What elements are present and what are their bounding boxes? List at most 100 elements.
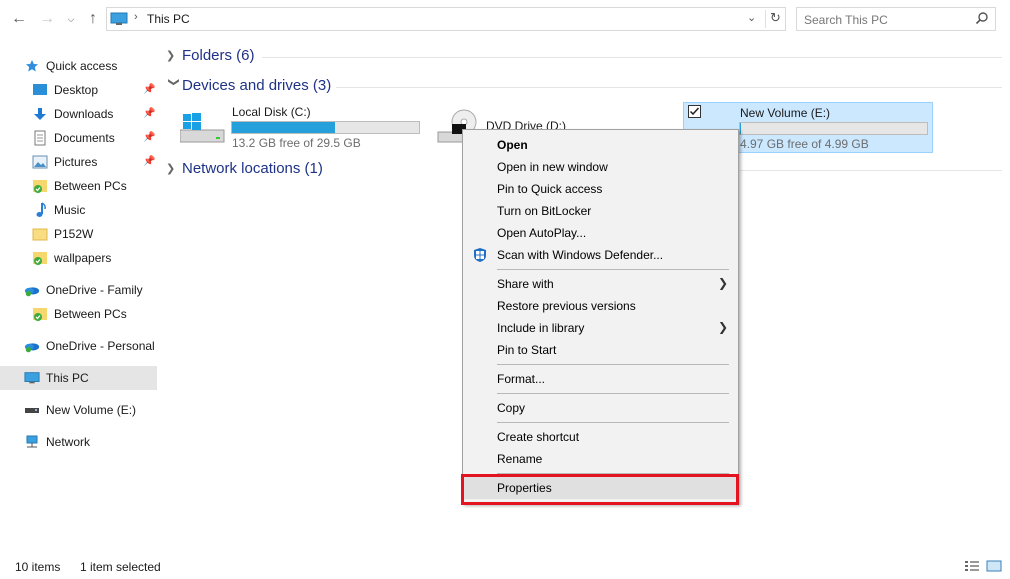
- sidebar-item-documents[interactable]: Documents 📌: [32, 126, 157, 150]
- drive-e-usage-bar: [739, 122, 928, 135]
- chevron-right-icon[interactable]: ❯: [166, 162, 182, 175]
- pin-icon[interactable]: 📌: [143, 108, 155, 119]
- menu-item-autoplay[interactable]: Open AutoPlay...: [463, 222, 738, 244]
- drive-e-name: New Volume (E:): [740, 106, 831, 120]
- selection-checkbox-icon[interactable]: [688, 105, 701, 121]
- group-divider: [740, 170, 1002, 171]
- properties-highlight-box: [461, 474, 739, 505]
- sidebar-item-wallpapers[interactable]: wallpapers: [32, 246, 157, 270]
- up-arrow-icon[interactable]: ↑: [84, 10, 102, 28]
- sidebar-item-this-pc[interactable]: This PC: [0, 366, 157, 390]
- windows-defender-icon: [472, 247, 488, 266]
- sidebar-item-between-pcs-family[interactable]: Between PCs: [32, 302, 157, 326]
- onedrive-icon: [24, 282, 40, 298]
- synced-folder-icon: [32, 250, 48, 266]
- menu-item-rename[interactable]: Rename: [463, 448, 738, 470]
- group-network-label: Network locations (1): [182, 160, 323, 177]
- drive-c-usage-fill: [232, 122, 335, 133]
- status-bar: 10 items 1 item selected: [0, 556, 1010, 579]
- search-input[interactable]: Search This PC: [804, 13, 888, 27]
- sidebar-item-onedrive-personal[interactable]: OneDrive - Personal: [24, 334, 157, 358]
- sidebar-item-p152w[interactable]: P152W: [32, 222, 157, 246]
- pin-icon[interactable]: 📌: [143, 156, 155, 167]
- menu-item-label: Copy: [497, 401, 526, 415]
- onedrive-icon: [24, 338, 40, 354]
- breadcrumb-this-pc[interactable]: This PC: [147, 12, 190, 26]
- pin-icon[interactable]: 📌: [143, 132, 155, 143]
- sidebar-item-desktop[interactable]: Desktop 📌: [32, 78, 157, 102]
- refresh-icon[interactable]: ↻: [765, 10, 785, 28]
- item-count: 10 items: [15, 560, 61, 574]
- menu-item-label: Include in library: [497, 321, 585, 335]
- sidebar-item-label: Network: [46, 435, 91, 449]
- sidebar-item-label: Music: [54, 203, 86, 217]
- menu-item-copy[interactable]: Copy: [463, 397, 738, 419]
- menu-item-scan-defender[interactable]: Scan with Windows Defender...: [463, 244, 738, 266]
- menu-item-label: Scan with Windows Defender...: [497, 248, 664, 262]
- menu-separator: [497, 364, 729, 365]
- computer-icon: [24, 370, 40, 386]
- submenu-arrow-icon: ❯: [718, 320, 729, 334]
- recent-locations-chevron-icon[interactable]: ⌵: [62, 10, 80, 28]
- chevron-down-icon[interactable]: ❯: [168, 78, 181, 94]
- group-devices-header[interactable]: ❯ Devices and drives (3): [166, 77, 332, 94]
- folder-icon: [32, 226, 48, 242]
- sidebar-item-label: P152W: [54, 227, 94, 241]
- submenu-arrow-icon: ❯: [718, 276, 729, 290]
- usb-drive-icon: [24, 402, 40, 418]
- menu-item-open[interactable]: Open: [463, 134, 738, 156]
- sidebar-item-label: New Volume (E:): [46, 403, 137, 417]
- sidebar-item-label: Pictures: [54, 155, 98, 169]
- sidebar-item-network[interactable]: Network: [24, 430, 157, 454]
- menu-item-label: Rename: [497, 452, 543, 466]
- menu-item-pin-start[interactable]: Pin to Start: [463, 339, 738, 361]
- forward-arrow-icon[interactable]: →: [38, 10, 56, 28]
- menu-item-label: Create shortcut: [497, 430, 580, 444]
- sidebar-item-new-volume[interactable]: New Volume (E:): [24, 398, 157, 422]
- drive-c-tile[interactable]: Local Disk (C:) 13.2 GB free of 29.5 GB: [178, 102, 426, 152]
- sidebar-item-label: wallpapers: [54, 251, 112, 265]
- group-folders-label: Folders (6): [182, 47, 255, 64]
- sidebar-item-label: OneDrive - Family: [46, 283, 143, 297]
- star-icon: [24, 58, 40, 74]
- sidebar-item-quick-access[interactable]: Quick access: [24, 54, 181, 78]
- navigation-pane: Quick access Desktop 📌 Downloads 📌 Docum…: [0, 48, 158, 548]
- menu-item-pin-quick-access[interactable]: Pin to Quick access: [463, 178, 738, 200]
- menu-item-label: Share with: [497, 277, 554, 291]
- group-folders-header[interactable]: ❯ Folders (6): [166, 47, 255, 64]
- search-icon[interactable]: [975, 11, 989, 28]
- sidebar-item-onedrive-family[interactable]: OneDrive - Family: [24, 278, 157, 302]
- drive-e-usage-fill: [740, 123, 741, 134]
- details-view-icon[interactable]: [964, 560, 980, 575]
- address-bar[interactable]: › This PC ⌄ ↻: [106, 7, 786, 31]
- sidebar-item-music[interactable]: Music: [32, 198, 157, 222]
- menu-item-bitlocker[interactable]: Turn on BitLocker: [463, 200, 738, 222]
- sidebar-item-between-pcs[interactable]: Between PCs: [32, 174, 157, 198]
- menu-item-label: Pin to Start: [497, 343, 557, 357]
- menu-item-include-library[interactable]: Include in library ❯: [463, 317, 738, 339]
- large-icons-view-icon[interactable]: [986, 560, 1002, 575]
- menu-item-create-shortcut[interactable]: Create shortcut: [463, 426, 738, 448]
- menu-separator: [497, 422, 729, 423]
- group-network-header[interactable]: ❯ Network locations (1): [166, 160, 323, 177]
- sidebar-item-pictures[interactable]: Pictures 📌: [32, 150, 157, 174]
- menu-item-format[interactable]: Format...: [463, 368, 738, 390]
- breadcrumb-separator-icon: ›: [134, 11, 138, 23]
- drive-c-name: Local Disk (C:): [232, 105, 311, 119]
- menu-item-open-new-window[interactable]: Open in new window: [463, 156, 738, 178]
- address-dropdown-chevron-icon[interactable]: ⌄: [747, 11, 756, 24]
- chevron-right-icon[interactable]: ❯: [166, 49, 182, 62]
- search-box[interactable]: Search This PC: [796, 7, 996, 31]
- sidebar-item-label: Between PCs: [54, 179, 127, 193]
- selection-count: 1 item selected: [80, 560, 161, 574]
- sidebar-item-label: Documents: [54, 131, 115, 145]
- menu-item-restore-versions[interactable]: Restore previous versions: [463, 295, 738, 317]
- download-arrow-icon: [32, 106, 48, 122]
- menu-item-share-with[interactable]: Share with ❯: [463, 273, 738, 295]
- menu-item-label: Open AutoPlay...: [497, 226, 587, 240]
- back-arrow-icon[interactable]: ←: [10, 10, 28, 28]
- pictures-icon: [32, 154, 48, 170]
- pin-icon[interactable]: 📌: [143, 84, 155, 95]
- sidebar-item-downloads[interactable]: Downloads 📌: [32, 102, 157, 126]
- sidebar-item-label: This PC: [46, 371, 89, 385]
